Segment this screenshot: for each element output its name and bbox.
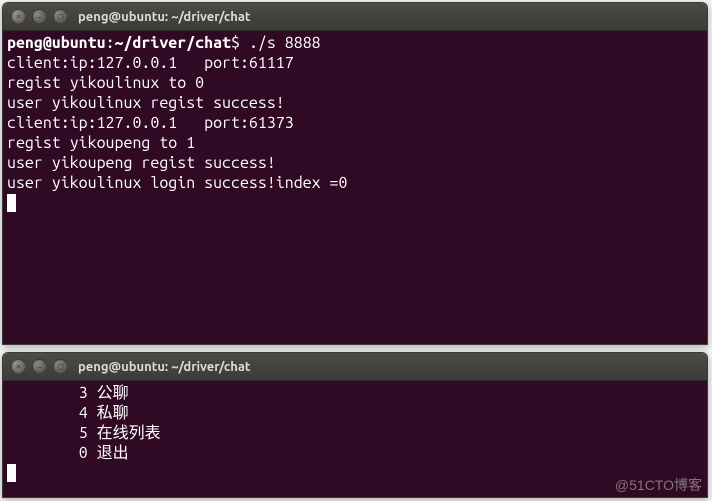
window-controls-1: ✕ − ▢	[11, 9, 68, 24]
prompt-dollar: $	[231, 34, 240, 52]
terminal-window-2: ✕ − ▢ peng@ubuntu: ~/driver/chat 3 公聊 4 …	[2, 352, 708, 498]
prompt-path: ~/driver/chat	[115, 34, 231, 52]
close-icon[interactable]: ✕	[11, 9, 26, 24]
menu-label: 在线列表	[97, 424, 161, 442]
output-line: user yikoulinux regist success!	[7, 94, 285, 112]
output-line: client:ip:127.0.0.1 port:61373	[7, 114, 294, 132]
cursor-1	[7, 194, 16, 212]
output-line: user yikoupeng regist success!	[7, 154, 276, 172]
menu-num: 3	[79, 384, 88, 402]
menu-label: 退出	[97, 444, 129, 462]
output-line: regist yikoulinux to 0	[7, 74, 204, 92]
menu-num: 5	[79, 424, 88, 442]
menu-item: 0 退出	[7, 444, 129, 462]
window-controls-2: ✕ − ▢	[11, 359, 68, 374]
menu-item: 3 公聊	[7, 384, 129, 402]
maximize-icon[interactable]: ▢	[53, 359, 68, 374]
titlebar-1: ✕ − ▢ peng@ubuntu: ~/driver/chat	[3, 3, 707, 31]
menu-item: 5 在线列表	[7, 424, 161, 442]
close-icon[interactable]: ✕	[11, 359, 26, 374]
output-line: regist yikoupeng to 1	[7, 134, 195, 152]
minimize-icon[interactable]: −	[32, 359, 47, 374]
maximize-icon[interactable]: ▢	[53, 9, 68, 24]
menu-num: 4	[79, 404, 88, 422]
menu-label: 公聊	[97, 384, 129, 402]
menu-item: 4 私聊	[7, 404, 129, 422]
output-line: user yikoulinux login success!index =0	[7, 174, 347, 192]
output-line: client:ip:127.0.0.1 port:61117	[7, 54, 294, 72]
terminal-body-2[interactable]: 3 公聊 4 私聊 5 在线列表 0 退出	[3, 381, 707, 497]
window-title-1: peng@ubuntu: ~/driver/chat	[78, 10, 250, 24]
titlebar-2: ✕ − ▢ peng@ubuntu: ~/driver/chat	[3, 353, 707, 381]
cursor-2	[7, 464, 16, 482]
terminal-window-1: ✕ − ▢ peng@ubuntu: ~/driver/chat peng@ub…	[2, 2, 708, 345]
terminal-body-1[interactable]: peng@ubuntu:~/driver/chat$ ./s 8888 clie…	[3, 31, 707, 344]
menu-num: 0	[79, 444, 88, 462]
command-text: ./s 8888	[249, 34, 321, 52]
window-title-2: peng@ubuntu: ~/driver/chat	[78, 360, 250, 374]
menu-label: 私聊	[97, 404, 129, 422]
prompt-userhost: peng@ubuntu	[7, 34, 106, 52]
minimize-icon[interactable]: −	[32, 9, 47, 24]
